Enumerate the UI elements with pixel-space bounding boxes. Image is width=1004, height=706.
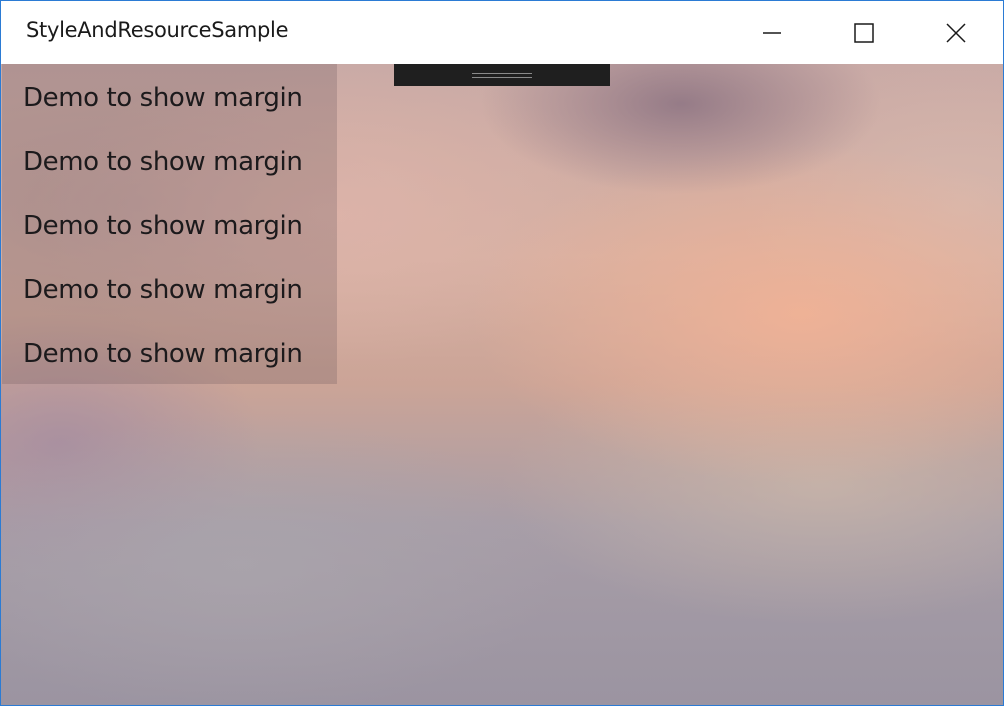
window-title: StyleAndResourceSample <box>26 18 289 42</box>
close-button[interactable] <box>910 1 1002 64</box>
demo-text-4: Demo to show margin <box>23 275 303 305</box>
demo-text-3: Demo to show margin <box>23 211 303 241</box>
title-bar[interactable]: StyleAndResourceSample <box>1 1 1003 64</box>
minimize-icon <box>763 31 781 34</box>
demo-text-2: Demo to show margin <box>23 147 303 177</box>
grip-icon <box>472 73 532 78</box>
app-window: StyleAndResourceSample Demo to show marg… <box>0 0 1004 706</box>
page-content: Demo to show margin Demo to show margin … <box>1 64 1003 705</box>
stack-panel: Demo to show margin Demo to show margin … <box>2 64 337 384</box>
demo-text-1: Demo to show margin <box>23 83 303 113</box>
demo-text-5: Demo to show margin <box>23 339 303 369</box>
maximize-icon <box>854 22 874 43</box>
debug-toolbar-handle[interactable] <box>394 64 610 86</box>
close-icon <box>946 22 966 43</box>
maximize-button[interactable] <box>818 1 910 64</box>
minimize-button[interactable] <box>726 1 818 64</box>
